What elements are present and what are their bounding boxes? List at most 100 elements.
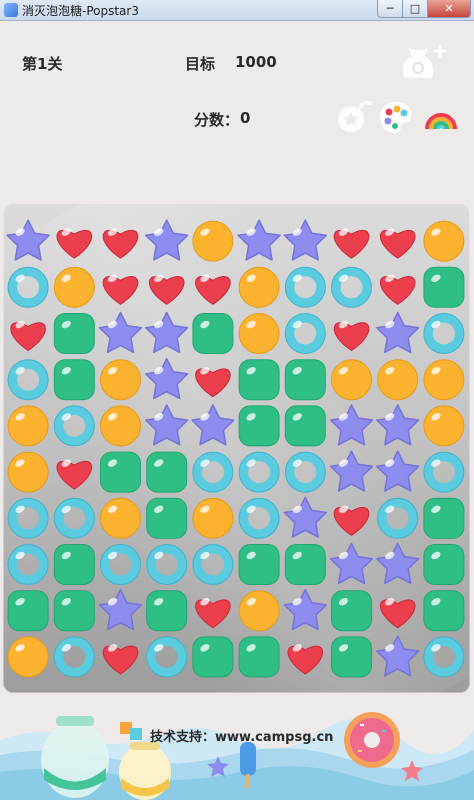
orange-candy[interactable] [100, 359, 141, 401]
heart-candy[interactable] [195, 273, 231, 305]
close-button[interactable]: ✕ [427, 0, 471, 18]
heart-candy[interactable] [10, 319, 46, 352]
star-candy[interactable] [376, 404, 420, 446]
rainbow-icon[interactable] [424, 102, 458, 132]
star-candy[interactable] [376, 311, 420, 354]
ring-candy[interactable] [53, 405, 95, 447]
star-candy[interactable] [376, 635, 420, 677]
star-candy[interactable] [329, 450, 374, 492]
ring-candy[interactable] [423, 313, 465, 354]
heart-candy[interactable] [333, 319, 370, 352]
star-candy[interactable] [6, 219, 50, 261]
ring-candy[interactable] [192, 544, 234, 585]
star-candy[interactable] [145, 219, 189, 261]
ring-candy[interactable] [331, 266, 372, 308]
orange-candy[interactable] [100, 405, 141, 447]
square-candy[interactable] [423, 497, 465, 539]
square-candy[interactable] [238, 359, 280, 401]
ring-candy[interactable] [192, 451, 234, 493]
bomb-icon[interactable] [335, 98, 373, 136]
square-candy[interactable] [238, 544, 280, 585]
square-candy[interactable] [53, 313, 95, 354]
orange-candy[interactable] [7, 451, 49, 493]
heart-candy[interactable] [102, 643, 139, 675]
ring-candy[interactable] [284, 451, 326, 493]
orange-candy[interactable] [7, 405, 49, 447]
ring-candy[interactable] [7, 544, 49, 585]
orange-candy[interactable] [423, 220, 465, 262]
heart-candy[interactable] [379, 273, 416, 305]
star-candy[interactable] [191, 404, 235, 446]
ring-candy[interactable] [146, 636, 188, 678]
orange-candy[interactable] [100, 497, 141, 539]
square-candy[interactable] [284, 544, 326, 585]
star-candy[interactable] [145, 404, 189, 446]
square-candy[interactable] [53, 359, 95, 401]
ring-candy[interactable] [100, 544, 141, 585]
square-candy[interactable] [238, 636, 280, 678]
orange-candy[interactable] [192, 497, 234, 539]
square-candy[interactable] [238, 405, 280, 447]
star-candy[interactable] [283, 219, 327, 261]
heart-candy[interactable] [148, 273, 185, 305]
orange-candy[interactable] [423, 405, 465, 447]
square-candy[interactable] [284, 359, 326, 401]
ring-candy[interactable] [7, 266, 49, 308]
square-candy[interactable] [331, 590, 372, 632]
orange-candy[interactable] [238, 266, 280, 308]
ring-candy[interactable] [238, 497, 280, 539]
orange-candy[interactable] [238, 590, 280, 632]
palette-icon[interactable] [378, 100, 414, 134]
maximize-button[interactable]: □ [402, 0, 428, 18]
square-candy[interactable] [284, 405, 326, 447]
star-candy[interactable] [283, 588, 327, 631]
ring-candy[interactable] [423, 636, 465, 678]
orange-candy[interactable] [331, 359, 372, 401]
orange-candy[interactable] [192, 220, 234, 262]
orange-candy[interactable] [53, 266, 95, 308]
square-candy[interactable] [423, 266, 465, 308]
star-candy[interactable] [283, 496, 327, 538]
orange-candy[interactable] [377, 359, 419, 401]
ring-candy[interactable] [284, 313, 326, 354]
heart-candy[interactable] [195, 596, 231, 629]
star-candy[interactable] [329, 404, 374, 446]
star-candy[interactable] [376, 450, 420, 492]
ring-candy[interactable] [377, 497, 419, 539]
ring-candy[interactable] [53, 636, 95, 678]
square-candy[interactable] [331, 636, 372, 678]
star-candy[interactable] [98, 588, 143, 631]
star-candy[interactable] [145, 311, 189, 354]
heart-candy[interactable] [102, 273, 139, 305]
ring-candy[interactable] [423, 451, 465, 493]
orange-candy[interactable] [238, 313, 280, 354]
square-candy[interactable] [146, 497, 188, 539]
ring-candy[interactable] [7, 497, 49, 539]
heart-candy[interactable] [56, 227, 93, 259]
square-candy[interactable] [423, 544, 465, 585]
square-candy[interactable] [53, 544, 95, 585]
ring-candy[interactable] [53, 497, 95, 539]
star-candy[interactable] [98, 311, 143, 354]
heart-candy[interactable] [102, 227, 139, 259]
square-candy[interactable] [146, 451, 188, 493]
orange-candy[interactable] [423, 359, 465, 401]
heart-candy[interactable] [333, 504, 370, 536]
star-candy[interactable] [145, 357, 189, 400]
heart-candy[interactable] [333, 227, 370, 259]
ring-candy[interactable] [284, 266, 326, 308]
square-candy[interactable] [423, 590, 465, 632]
square-candy[interactable] [146, 590, 188, 632]
minimize-button[interactable]: ─ [377, 0, 403, 18]
square-candy[interactable] [100, 451, 141, 493]
heart-candy[interactable] [287, 643, 324, 675]
star-candy[interactable] [376, 542, 420, 585]
ring-candy[interactable] [146, 544, 188, 585]
star-candy[interactable] [329, 542, 374, 585]
ring-candy[interactable] [238, 451, 280, 493]
star-candy[interactable] [237, 219, 281, 261]
coin-bag-add-icon[interactable] [398, 40, 448, 82]
orange-candy[interactable] [7, 636, 49, 678]
square-candy[interactable] [53, 590, 95, 632]
square-candy[interactable] [7, 590, 49, 632]
